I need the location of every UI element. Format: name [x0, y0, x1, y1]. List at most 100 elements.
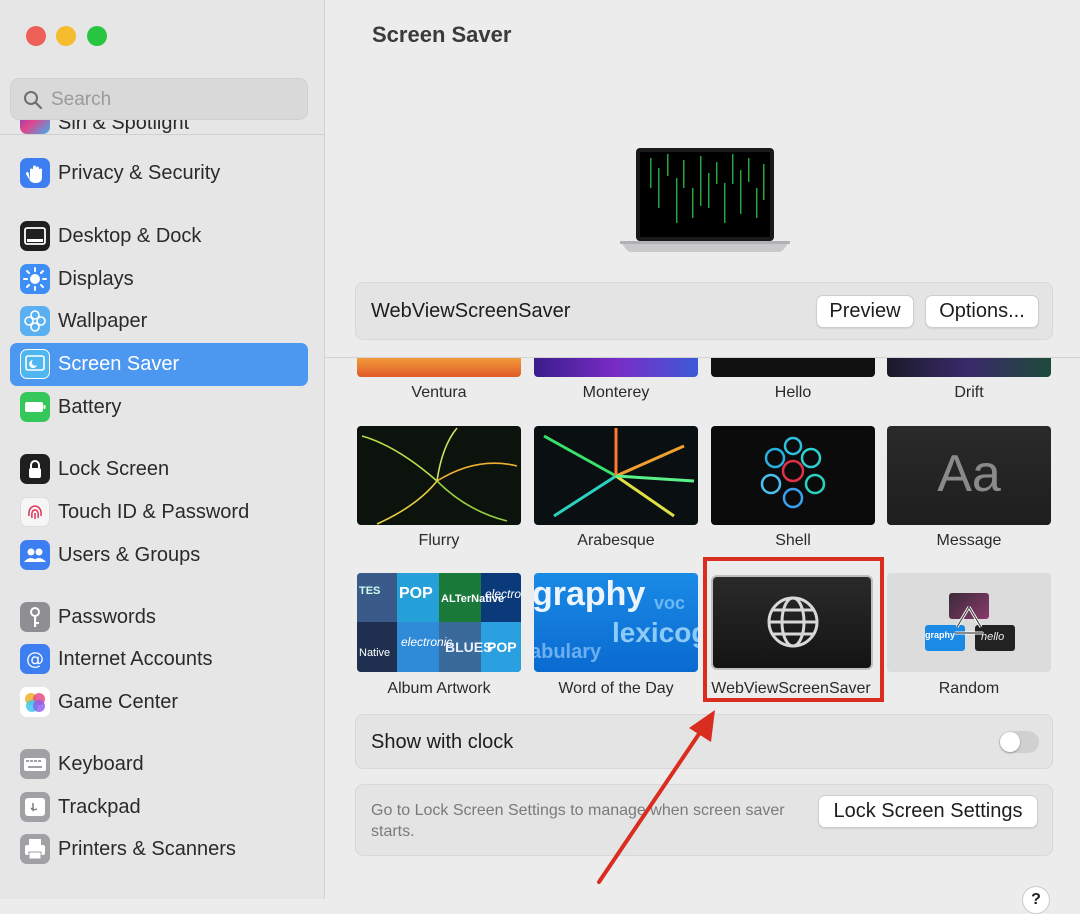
saver-label-album-artwork: Album Artwork: [387, 680, 491, 697]
word-text: abulary: [534, 641, 602, 663]
saver-label-hello: Hello: [774, 384, 812, 401]
preview-button[interactable]: Preview: [816, 295, 914, 328]
search-icon: [24, 91, 43, 110]
highlight-box: [703, 557, 884, 702]
saver-label-flurry: Flurry: [418, 532, 460, 549]
sidebar-item-label: Lock Screen: [58, 458, 170, 480]
dock-icon: [20, 221, 50, 251]
sidebar-item-siri-partial[interactable]: Siri & Spotlight: [0, 120, 324, 134]
sidebar-item-trackpad[interactable]: Trackpad: [10, 786, 308, 829]
hand-icon: [20, 158, 50, 188]
search-placeholder: Search: [51, 89, 112, 110]
close-window-button[interactable]: [26, 26, 46, 46]
sidebar: Search Siri & Spotlight Privacy & Securi…: [0, 0, 325, 899]
sun-icon: [20, 264, 50, 294]
sidebar-item-label: Trackpad: [58, 796, 141, 818]
sidebar-item-game-center[interactable]: Game Center: [10, 681, 308, 724]
options-button[interactable]: Options...: [925, 295, 1039, 328]
sidebar-item-users[interactable]: Users & Groups: [10, 534, 308, 577]
screen-saver-icon: [20, 349, 50, 379]
saver-label-ventura: Ventura: [411, 384, 467, 401]
key-icon: [20, 602, 50, 632]
selected-saver-row: WebViewScreenSaver Preview Options...: [355, 282, 1053, 340]
saver-label-random: Random: [938, 680, 1000, 697]
search-input[interactable]: Search: [10, 78, 308, 120]
sidebar-item-label: Game Center: [58, 691, 179, 713]
sidebar-item-touch-id[interactable]: Touch ID & Password: [10, 491, 308, 534]
saver-thumb-flurry[interactable]: [357, 426, 521, 525]
siri-icon: [20, 120, 50, 134]
at-icon: @: [20, 644, 50, 674]
sidebar-item-lock-screen[interactable]: Lock Screen: [10, 448, 308, 491]
saver-thumb-album-artwork[interactable]: TES POP ALTerNative electro Native elect…: [357, 573, 521, 672]
sidebar-item-label: Siri & Spotlight: [58, 120, 190, 134]
saver-thumb-random[interactable]: graphy hello: [887, 573, 1051, 672]
sidebar-item-battery[interactable]: Battery: [10, 386, 308, 429]
users-icon: [20, 540, 50, 570]
sidebar-item-wallpaper[interactable]: Wallpaper: [10, 300, 308, 343]
keyboard-icon: [20, 749, 50, 779]
svg-text:@: @: [26, 649, 44, 670]
help-button[interactable]: ?: [1022, 886, 1050, 914]
sidebar-item-printers[interactable]: Printers & Scanners: [10, 828, 308, 871]
word-text: lexicog: [612, 617, 698, 648]
printer-icon: [20, 834, 50, 864]
show-with-clock-toggle[interactable]: [999, 731, 1039, 753]
album-word: Native: [359, 647, 391, 659]
sidebar-item-internet-accounts[interactable]: @ Internet Accounts: [10, 638, 308, 681]
selected-saver-name: WebViewScreenSaver: [371, 300, 571, 322]
saver-label-word-of-the-day: Word of the Day: [558, 680, 674, 697]
sidebar-item-label: Passwords: [58, 606, 156, 628]
album-word: BLUES: [445, 639, 493, 655]
sidebar-item-desktop-dock[interactable]: Desktop & Dock: [10, 215, 308, 258]
annotation-arrow: [597, 710, 715, 884]
page-title: Screen Saver: [372, 22, 512, 47]
sidebar-item-label: Screen Saver: [58, 353, 180, 375]
main-content: Screen Saver WebViewScreenSaver Preview …: [325, 0, 1080, 914]
lock-icon: [20, 454, 50, 484]
saver-thumb-ventura[interactable]: [357, 358, 521, 377]
sidebar-item-label: Users & Groups: [58, 544, 201, 566]
album-word: electro: [485, 587, 521, 601]
saver-thumb-hello[interactable]: [711, 358, 875, 377]
saver-label-drift: Drift: [954, 384, 984, 401]
sidebar-item-label: Privacy & Security: [58, 162, 221, 184]
zoom-window-button[interactable]: [87, 26, 107, 46]
sidebar-item-privacy[interactable]: Privacy & Security: [10, 152, 308, 195]
sidebar-item-label: Keyboard: [58, 753, 144, 775]
message-glyph: Aa: [937, 445, 1001, 503]
flower-icon: [20, 306, 50, 336]
show-with-clock-label: Show with clock: [371, 731, 514, 753]
sidebar-item-label: Displays: [58, 268, 134, 290]
saver-thumb-monterey[interactable]: [534, 358, 698, 377]
saver-thumb-shell[interactable]: [711, 426, 875, 525]
saver-thumb-arabesque[interactable]: [534, 426, 698, 525]
saver-thumb-word-of-the-day[interactable]: graphy voc lexicog abulary: [534, 573, 698, 672]
laptop-preview: [620, 148, 790, 252]
saver-thumb-message[interactable]: Aa: [887, 426, 1051, 525]
game-center-icon: [20, 687, 50, 717]
trackpad-icon: [20, 792, 50, 822]
saver-label-message: Message: [936, 532, 1002, 549]
divider: [0, 134, 324, 135]
saver-thumb-drift[interactable]: [887, 358, 1051, 377]
saver-label-shell: Shell: [775, 532, 811, 549]
sidebar-item-passwords[interactable]: Passwords: [10, 596, 308, 639]
minimize-window-button[interactable]: [56, 26, 76, 46]
album-word: POP: [487, 639, 517, 655]
sidebar-item-label: Printers & Scanners: [58, 838, 236, 860]
sidebar-item-label: Wallpaper: [58, 310, 148, 332]
saver-label-monterey: Monterey: [582, 384, 650, 401]
word-text: voc: [654, 593, 686, 613]
saver-label-arabesque: Arabesque: [577, 532, 655, 549]
sidebar-item-displays[interactable]: Displays: [10, 258, 308, 301]
sidebar-item-keyboard[interactable]: Keyboard: [10, 743, 308, 786]
sidebar-item-label: Desktop & Dock: [58, 225, 202, 247]
word-text: graphy: [534, 575, 646, 613]
sidebar-item-label: Internet Accounts: [58, 648, 213, 670]
shuffle-icon: [955, 606, 983, 635]
sidebar-item-screen-saver[interactable]: Screen Saver: [10, 343, 308, 386]
sidebar-item-label: Battery: [58, 396, 122, 418]
battery-icon: [20, 392, 50, 422]
lock-screen-settings-button[interactable]: Lock Screen Settings: [818, 795, 1038, 828]
